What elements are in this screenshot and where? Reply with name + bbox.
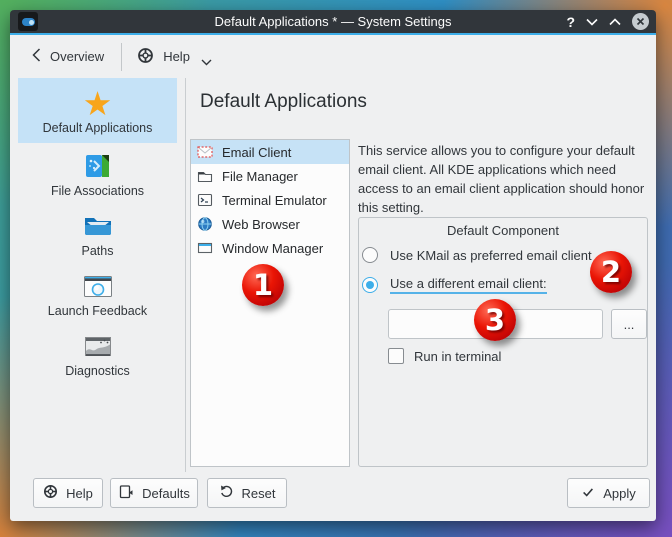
- help-lifering-icon: [137, 47, 154, 67]
- toolbar-help-button[interactable]: Help: [137, 44, 212, 69]
- groupbox-title: Default Component: [359, 223, 647, 238]
- window-icon: [197, 240, 213, 256]
- undo-icon: [219, 484, 234, 502]
- description-line: access to an email client application sh…: [358, 179, 654, 198]
- terminal-icon: [197, 192, 213, 208]
- list-item-label: Email Client: [222, 145, 291, 160]
- page-title: Default Applications: [200, 91, 367, 113]
- apply-button-label: Apply: [603, 486, 636, 501]
- back-chevron-icon: [32, 48, 41, 65]
- overview-label: Overview: [50, 49, 104, 64]
- sidebar-item-label: Diagnostics: [65, 364, 130, 378]
- reset-button[interactable]: Reset: [207, 478, 287, 508]
- annotation-badge-3: 3: [474, 299, 516, 341]
- sidebar-item-file-associations[interactable]: File Associations: [18, 143, 177, 203]
- window-title: Default Applications * — System Settings: [10, 10, 656, 33]
- minimize-icon[interactable]: [586, 14, 598, 29]
- list-item-label: Terminal Emulator: [222, 193, 327, 208]
- sidebar-item-diagnostics[interactable]: Diagnostics: [18, 323, 177, 383]
- radio-use-kmail[interactable]: Use KMail as preferred email client: [362, 247, 592, 263]
- list-item-label: Web Browser: [222, 217, 300, 232]
- sidebar-item-label: Paths: [82, 244, 114, 258]
- folder-outline-icon: [197, 168, 213, 184]
- launch-feedback-icon: [82, 269, 114, 303]
- help-lifering-icon: [43, 484, 58, 502]
- checkbox-label: Run in terminal: [414, 349, 501, 364]
- list-item-file-manager[interactable]: File Manager: [191, 164, 349, 188]
- description-line: email client. All KDE applications which…: [358, 160, 654, 179]
- list-item-window-manager[interactable]: Window Manager: [191, 236, 349, 260]
- radio-use-different-client[interactable]: Use a different email client:: [362, 276, 547, 294]
- list-item-email-client[interactable]: Email Client: [191, 140, 349, 164]
- sidebar-item-label: Default Applications: [43, 121, 153, 135]
- list-item-web-browser[interactable]: Web Browser: [191, 212, 349, 236]
- defaults-button-label: Defaults: [142, 486, 190, 501]
- sidebar-item-label: File Associations: [51, 184, 144, 198]
- sidebar-item-label: Launch Feedback: [48, 304, 147, 318]
- annotation-badge-1: 1: [242, 264, 284, 306]
- system-settings-window: Default Applications * — System Settings…: [10, 10, 656, 521]
- file-associations-icon: [82, 149, 114, 183]
- diagnostics-icon: [82, 329, 114, 363]
- list-item-terminal-emulator[interactable]: Terminal Emulator: [191, 188, 349, 212]
- browse-button[interactable]: ...: [611, 309, 647, 339]
- checkbox-icon[interactable]: [388, 348, 404, 364]
- annotation-badge-2: 2: [590, 251, 632, 293]
- run-in-terminal-option[interactable]: Run in terminal: [388, 348, 501, 364]
- maximize-icon[interactable]: [609, 14, 621, 29]
- globe-icon: [197, 216, 213, 232]
- toolbar-separator: [121, 43, 122, 71]
- help-button-label: Help: [66, 486, 93, 501]
- radio-button-selected-icon[interactable]: [362, 277, 378, 293]
- sidebar: ★ Default Applications File Associations: [10, 78, 186, 472]
- defaults-icon: [118, 484, 134, 503]
- star-icon: ★: [83, 86, 113, 120]
- description-line: This service allows you to configure you…: [358, 141, 654, 160]
- list-item-label: Window Manager: [222, 241, 323, 256]
- description-line: this setting.: [358, 198, 654, 217]
- defaults-button[interactable]: Defaults: [110, 478, 198, 508]
- radio-label: Use a different email client:: [390, 276, 547, 294]
- radio-button-icon[interactable]: [362, 247, 378, 263]
- help-button[interactable]: Help: [33, 478, 103, 508]
- close-button[interactable]: [632, 13, 649, 30]
- chevron-down-icon: [201, 54, 212, 69]
- folder-icon: [82, 209, 114, 243]
- sidebar-item-paths[interactable]: Paths: [18, 203, 177, 263]
- list-item-label: File Manager: [222, 169, 298, 184]
- toolbar: Overview Help: [10, 35, 656, 78]
- reset-button-label: Reset: [242, 486, 276, 501]
- overview-button[interactable]: Overview: [32, 48, 104, 65]
- checkmark-icon: [581, 485, 595, 502]
- titlebar: Default Applications * — System Settings…: [10, 10, 656, 33]
- email-icon: [197, 144, 213, 160]
- sidebar-item-launch-feedback[interactable]: Launch Feedback: [18, 263, 177, 323]
- toolbar-help-label: Help: [163, 49, 190, 64]
- apply-button[interactable]: Apply: [567, 478, 650, 508]
- service-description: This service allows you to configure you…: [358, 141, 654, 217]
- radio-label: Use KMail as preferred email client: [390, 248, 592, 263]
- titlebar-help-button[interactable]: ?: [566, 15, 575, 29]
- sidebar-item-default-applications[interactable]: ★ Default Applications: [18, 78, 177, 143]
